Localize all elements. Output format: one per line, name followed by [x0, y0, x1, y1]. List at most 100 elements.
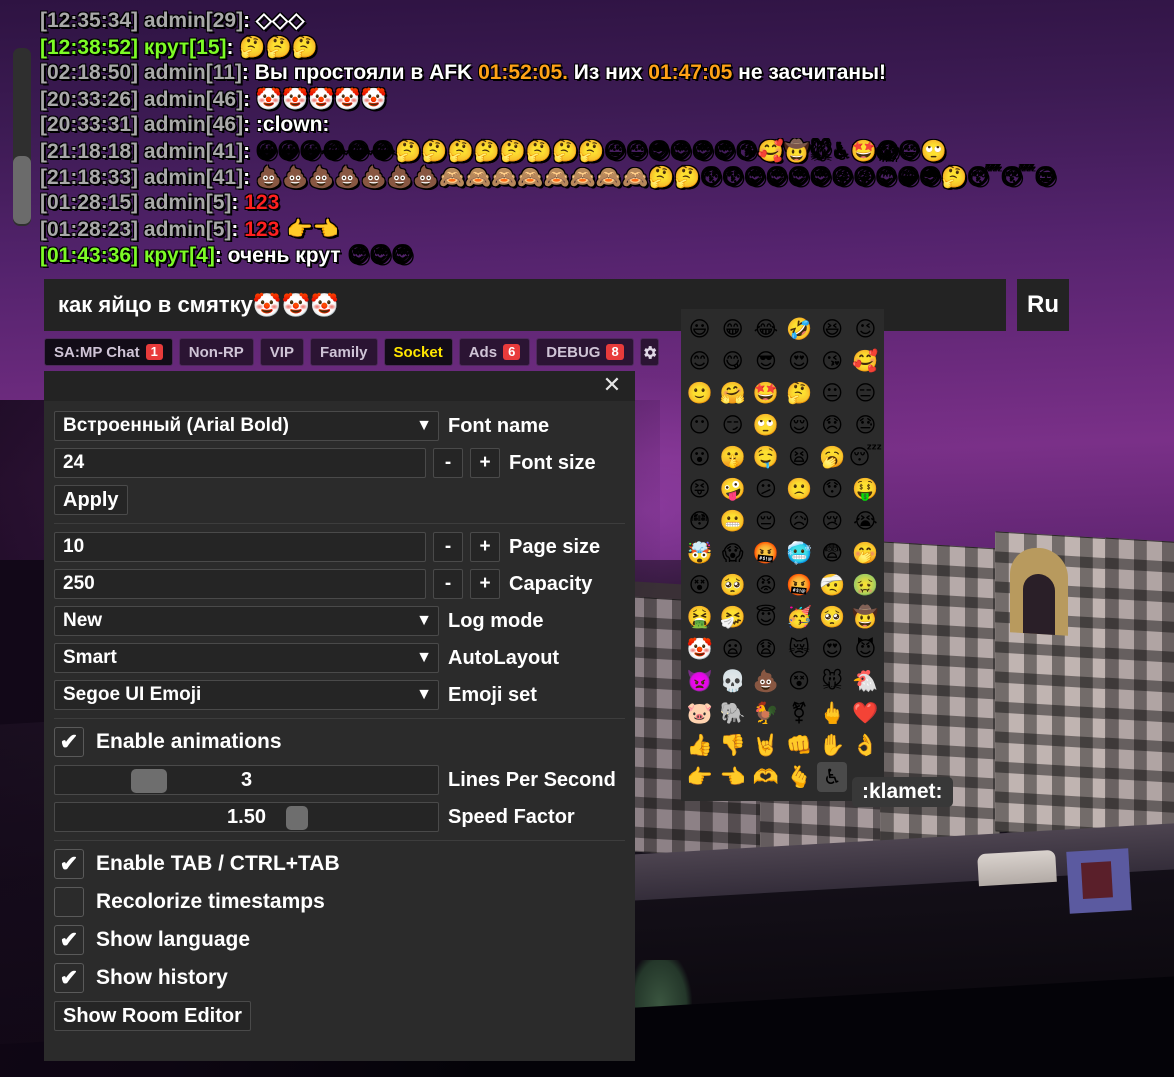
emoji-button[interactable]: 👎 — [718, 730, 748, 760]
emoji-button[interactable]: 😬 — [718, 506, 748, 536]
tab-non-rp[interactable]: Non-RP — [178, 338, 254, 366]
log-mode-select[interactable]: New ▼ — [54, 606, 439, 636]
emoji-button[interactable]: 😑 — [850, 378, 880, 408]
autolayout-select[interactable]: Smart ▼ — [54, 643, 439, 673]
emoji-button[interactable]: 😢 — [817, 506, 847, 536]
lines-per-second-slider[interactable]: 3 — [54, 765, 439, 795]
emoji-button[interactable]: 😓 — [850, 410, 880, 440]
emoji-button[interactable]: 🥱 — [817, 442, 847, 472]
emoji-button[interactable]: 🥺 — [817, 602, 847, 632]
emoji-button[interactable]: 🤭 — [850, 538, 880, 568]
emoji-button[interactable]: 🖕 — [817, 698, 847, 728]
emoji-button[interactable]: 😐 — [817, 378, 847, 408]
emoji-button[interactable]: 😭 — [850, 506, 880, 536]
emoji-button[interactable]: 🫶 — [751, 762, 781, 792]
emoji-button[interactable]: 😨 — [817, 538, 847, 568]
emoji-button[interactable]: 🫰 — [784, 762, 814, 792]
emoji-button[interactable]: 🙁 — [784, 474, 814, 504]
chat-scrollbar-track[interactable] — [13, 48, 31, 226]
emoji-button[interactable]: 😇 — [751, 602, 781, 632]
emoji-button[interactable]: 🥶 — [784, 538, 814, 568]
emoji-button[interactable]: 🤫 — [718, 442, 748, 472]
emoji-button[interactable]: 😿 — [784, 634, 814, 664]
font-size-plus-button[interactable]: + — [470, 448, 500, 478]
speed-factor-slider[interactable]: 1.50 — [54, 802, 439, 832]
emoji-button[interactable]: 💩 — [751, 666, 781, 696]
language-toggle-button[interactable]: Ru — [1017, 279, 1069, 331]
font-size-minus-button[interactable]: - — [433, 448, 463, 478]
emoji-button[interactable]: 🙄 — [751, 410, 781, 440]
emoji-button[interactable]: 😱 — [718, 538, 748, 568]
emoji-button[interactable]: 🤪 — [718, 474, 748, 504]
emoji-button[interactable]: 😔 — [751, 506, 781, 536]
emoji-button[interactable]: 🤬 — [751, 538, 781, 568]
tab-family[interactable]: Family — [309, 338, 378, 366]
emoji-button[interactable]: 👉 — [685, 762, 715, 792]
tab-vip[interactable]: VIP — [259, 338, 304, 366]
emoji-button[interactable]: 😞 — [817, 410, 847, 440]
emoji-button[interactable]: 😧 — [751, 634, 781, 664]
emoji-button[interactable]: 🤕 — [817, 570, 847, 600]
capacity-plus-button[interactable]: + — [470, 569, 500, 599]
emoji-button[interactable]: ✋ — [817, 730, 847, 760]
page-size-input[interactable]: 10 — [54, 532, 426, 562]
emoji-button[interactable]: 😉 — [850, 314, 880, 344]
emoji-button[interactable]: 😳 — [685, 506, 715, 536]
slider-thumb[interactable] — [285, 806, 308, 830]
emoji-button[interactable]: 🤤 — [751, 442, 781, 472]
emoji-button[interactable]: 😯 — [817, 474, 847, 504]
emoji-button[interactable]: 🤡 — [685, 634, 715, 664]
emoji-button[interactable]: 😶 — [685, 410, 715, 440]
emoji-button[interactable]: 😆 — [817, 314, 847, 344]
emoji-button[interactable]: 😍 — [784, 346, 814, 376]
show-room-editor-button[interactable]: Show Room Editor — [54, 1001, 251, 1031]
emoji-button[interactable]: 💀 — [718, 666, 748, 696]
emoji-button[interactable]: 😎 — [751, 346, 781, 376]
emoji-button[interactable]: 🤬 — [784, 570, 814, 600]
emoji-button[interactable]: 🤑 — [850, 474, 880, 504]
emoji-button[interactable]: 👌 — [850, 730, 880, 760]
emoji-button[interactable]: 🤠 — [850, 602, 880, 632]
capacity-input[interactable]: 250 — [54, 569, 426, 599]
show-history-checkbox[interactable]: ✔ — [54, 963, 84, 993]
tab-debug[interactable]: DEBUG 8 — [536, 338, 634, 366]
emoji-button[interactable]: 👿 — [685, 666, 715, 696]
emoji-button[interactable]: 🤢 — [850, 570, 880, 600]
emoji-button[interactable]: 😏 — [718, 410, 748, 440]
emoji-button[interactable]: 🥰 — [850, 346, 880, 376]
emoji-button[interactable]: 😃 — [685, 314, 715, 344]
chat-scrollbar-thumb[interactable] — [13, 156, 31, 224]
capacity-minus-button[interactable]: - — [433, 569, 463, 599]
slider-thumb[interactable] — [130, 769, 167, 793]
emoji-button[interactable]: 😮 — [685, 442, 715, 472]
show-language-checkbox[interactable]: ✔ — [54, 925, 84, 955]
emoji-button[interactable]: 😘 — [817, 346, 847, 376]
font-size-input[interactable]: 24 — [54, 448, 426, 478]
emoji-button[interactable]: 🥳 — [784, 602, 814, 632]
emoji-button[interactable]: 😵 — [685, 570, 715, 600]
tab-socket[interactable]: Socket — [383, 338, 453, 366]
emoji-set-select[interactable]: Segoe UI Emoji ▼ — [54, 680, 439, 710]
emoji-button[interactable]: 🥺 — [718, 570, 748, 600]
emoji-button[interactable]: 😕 — [751, 474, 781, 504]
recolorize-timestamps-checkbox[interactable] — [54, 887, 84, 917]
page-size-minus-button[interactable]: - — [433, 532, 463, 562]
close-icon[interactable]: ✕ — [597, 371, 627, 401]
emoji-button[interactable]: 😡 — [751, 570, 781, 600]
emoji-button[interactable]: 😥 — [784, 506, 814, 536]
page-size-plus-button[interactable]: + — [470, 532, 500, 562]
emoji-button[interactable]: 🤮 — [685, 602, 715, 632]
emoji-button[interactable]: 😌 — [784, 410, 814, 440]
emoji-button[interactable]: 😋 — [718, 346, 748, 376]
emoji-button[interactable]: 🤗 — [718, 378, 748, 408]
emoji-button[interactable]: 🤯 — [685, 538, 715, 568]
emoji-button[interactable]: 🐘 — [718, 698, 748, 728]
emoji-button[interactable]: ❤️ — [850, 698, 880, 728]
emoji-button[interactable]: 😴 — [849, 442, 883, 472]
emoji-button[interactable]: 🐓 — [751, 698, 781, 728]
enable-tab-checkbox[interactable]: ✔ — [54, 849, 84, 879]
tab-ads[interactable]: Ads 6 — [458, 338, 531, 366]
emoji-button[interactable]: 😍 — [817, 634, 847, 664]
apply-button[interactable]: Apply — [54, 485, 128, 515]
emoji-button[interactable]: 🤧 — [718, 602, 748, 632]
